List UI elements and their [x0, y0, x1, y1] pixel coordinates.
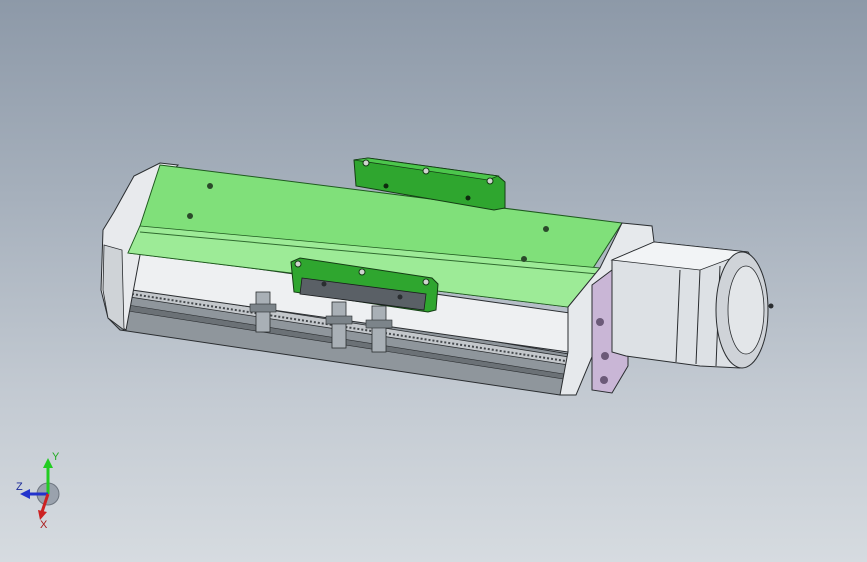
cover-screw-1 [207, 183, 213, 189]
flange-bolt-2 [601, 352, 609, 360]
triad-x-label: X [40, 519, 48, 530]
cover-screw-3 [543, 226, 549, 232]
front-bracket-screw-4 [321, 281, 327, 287]
flange-bolt-3 [600, 376, 608, 384]
rear-bracket-screw-1 [362, 159, 370, 167]
flange-bolt-1 [596, 318, 604, 326]
triad-y-label: Y [52, 451, 60, 463]
rear-bracket-screw-3 [486, 177, 494, 185]
rear-bracket-screw-4 [383, 183, 389, 189]
front-bracket-screw-1 [294, 260, 302, 268]
cover-screw-4 [521, 256, 527, 262]
linear-actuator-model[interactable] [0, 0, 867, 562]
cover-screw-2 [187, 213, 193, 219]
left-end-cap-face [102, 244, 125, 331]
front-bracket-screw-3 [422, 278, 430, 286]
front-bracket-screw-5 [397, 294, 403, 300]
triad-z-label: Z [16, 481, 23, 493]
rear-bracket-screw-2 [422, 167, 430, 175]
motor-end-face [727, 265, 765, 355]
view-orientation-triad[interactable]: Y Z X [12, 448, 82, 530]
rear-bracket-screw-5 [465, 195, 471, 201]
motor-end-screw [768, 303, 774, 309]
front-bracket-screw-2 [358, 268, 366, 276]
graphics-viewport[interactable]: Y Z X [0, 0, 867, 562]
